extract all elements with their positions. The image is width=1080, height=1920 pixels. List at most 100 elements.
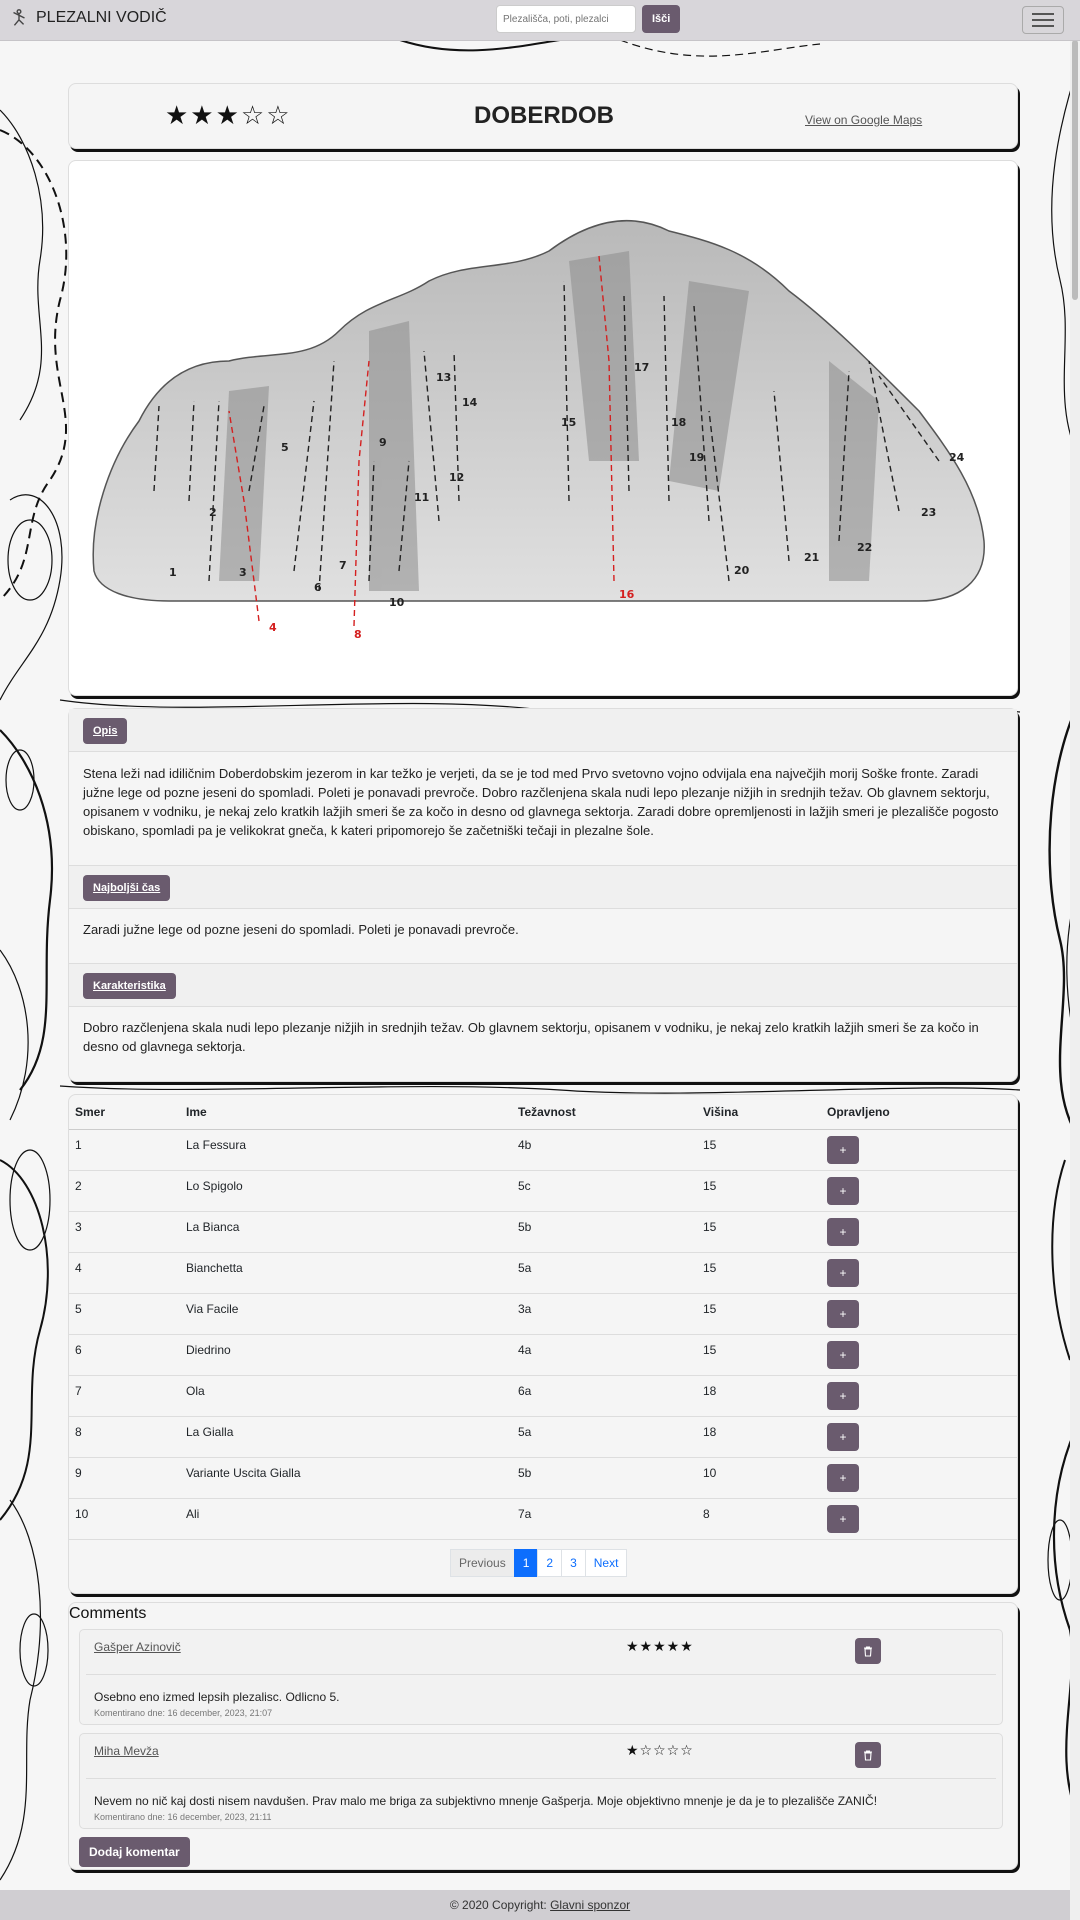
mark-route-done-button[interactable]: + — [827, 1341, 859, 1369]
comment-text: Osebno eno izmed lepsih plezalisc. Odlic… — [94, 1690, 340, 1704]
comments-card: Comments Gašper Azinovič ★★★★★ Osebno en… — [68, 1602, 1018, 1870]
hamburger-icon-line — [1032, 25, 1054, 27]
route-done-cell: + — [821, 1498, 1017, 1540]
footer-sponsor-link[interactable]: Glavni sponzor — [550, 1898, 630, 1912]
pagination-page-3[interactable]: 3 — [561, 1549, 586, 1577]
table-row: 4 Bianchetta 5a 15 + — [69, 1252, 1017, 1294]
routes-table: Smer Ime Težavnost Višina Opravljeno 1 La… — [69, 1095, 1017, 1540]
comment-date: Komentirano dne: 16 december, 2023, 21:1… — [94, 1812, 272, 1822]
route-height-cell: 10 — [697, 1457, 821, 1499]
pagination-previous[interactable]: Previous — [450, 1549, 515, 1577]
route-number-cell: 1 — [69, 1129, 180, 1171]
route-grade-cell: 6a — [512, 1375, 697, 1417]
route-number-cell: 7 — [69, 1375, 180, 1417]
google-maps-link[interactable]: View on Google Maps — [805, 113, 922, 127]
trash-icon — [864, 1646, 872, 1657]
search-form: Išči — [496, 5, 681, 33]
comment-rating-stars: ★★★★★ — [626, 1638, 694, 1654]
comment-item: Miha Mevža ★☆☆☆☆ Nevem no nič kaj dosti … — [79, 1733, 1003, 1829]
search-button[interactable]: Išči — [642, 5, 681, 33]
route-done-cell: + — [821, 1416, 1017, 1458]
route-number-cell: 4 — [69, 1252, 180, 1294]
topo-route-label: 9 — [379, 436, 387, 449]
topo-route-label: 20 — [734, 564, 750, 577]
mark-route-done-button[interactable]: + — [827, 1464, 859, 1492]
route-grade-cell: 7a — [512, 1498, 697, 1540]
mark-route-done-button[interactable]: + — [827, 1259, 859, 1287]
route-height-cell: 18 — [697, 1416, 821, 1458]
menu-toggle-button[interactable] — [1022, 6, 1064, 34]
comment-text: Nevem no nič kaj dosti nisem navdušen. P… — [94, 1794, 878, 1808]
route-name-cell: Diedrino — [180, 1334, 512, 1376]
topo-route-label: 17 — [634, 361, 649, 374]
section-toggle-karakteristika[interactable]: Karakteristika — [83, 973, 176, 999]
mark-route-done-button[interactable]: + — [827, 1177, 859, 1205]
section-header-karakteristika: Karakteristika — [69, 963, 1017, 1007]
table-row: 3 La Bianca 5b 15 + — [69, 1211, 1017, 1253]
pagination: Previous 1 2 3 Next — [450, 1549, 628, 1577]
mark-route-done-button[interactable]: + — [827, 1300, 859, 1328]
route-height-cell: 15 — [697, 1252, 821, 1294]
route-done-cell: + — [821, 1170, 1017, 1212]
delete-comment-button[interactable] — [855, 1638, 881, 1664]
topo-route-label: 1 — [169, 566, 177, 579]
topo-route-label: 11 — [414, 491, 429, 504]
route-done-cell: + — [821, 1293, 1017, 1335]
trash-icon — [864, 1750, 872, 1761]
mark-route-done-button[interactable]: + — [827, 1136, 859, 1164]
topo-route-label: 4 — [269, 621, 277, 634]
route-number-cell: 3 — [69, 1211, 180, 1253]
brand-title: PLEZALNI VODIČ — [36, 9, 167, 26]
comment-item: Gašper Azinovič ★★★★★ Osebno eno izmed l… — [79, 1629, 1003, 1725]
comment-author-link[interactable]: Miha Mevža — [94, 1744, 159, 1758]
route-grade-cell: 5b — [512, 1211, 697, 1253]
topo-route-label: 7 — [339, 559, 347, 572]
route-height-cell: 15 — [697, 1293, 821, 1335]
route-grade-cell: 5b — [512, 1457, 697, 1499]
search-input[interactable] — [496, 5, 636, 33]
route-grade-cell: 5a — [512, 1252, 697, 1294]
table-row: 9 Variante Uscita Gialla 5b 10 + — [69, 1457, 1017, 1499]
table-row: 6 Diedrino 4a 15 + — [69, 1334, 1017, 1376]
page-scrollbar[interactable] — [1070, 0, 1080, 1920]
topo-route-label: 14 — [462, 396, 478, 409]
pagination-page-1[interactable]: 1 — [513, 1549, 539, 1577]
mark-route-done-button[interactable]: + — [827, 1423, 859, 1451]
section-body-najboljsi-cas: Zaradi južne lege od pozne jeseni do spo… — [83, 922, 519, 937]
section-toggle-najboljsi-cas[interactable]: Najboljši čas — [83, 875, 171, 901]
topo-route-label: 18 — [671, 416, 686, 429]
mark-route-done-button[interactable]: + — [827, 1505, 859, 1533]
add-comment-button[interactable]: Dodaj komentar — [79, 1837, 190, 1867]
mark-route-done-button[interactable]: + — [827, 1382, 859, 1410]
topo-route-label: 21 — [804, 551, 819, 564]
topo-route-label: 3 — [239, 566, 247, 579]
column-header-ime: Ime — [180, 1095, 512, 1130]
section-body-karakteristika: Dobro razčlenjena skala nudi lepo plezan… — [83, 1020, 979, 1054]
route-grade-cell: 3a — [512, 1293, 697, 1335]
route-name-cell: Via Facile — [180, 1293, 512, 1335]
routes-table-card: Smer Ime Težavnost Višina Opravljeno 1 La… — [68, 1094, 1018, 1594]
column-header-visina: Višina — [697, 1095, 821, 1130]
comment-author-link[interactable]: Gašper Azinovič — [94, 1640, 181, 1654]
route-name-cell: La Bianca — [180, 1211, 512, 1253]
pagination-page-2[interactable]: 2 — [537, 1549, 563, 1577]
comment-rating-stars: ★☆☆☆☆ — [626, 1742, 694, 1758]
mark-route-done-button[interactable]: + — [827, 1218, 859, 1246]
route-height-cell: 15 — [697, 1170, 821, 1212]
scrollbar-thumb[interactable] — [1072, 40, 1078, 300]
pagination-next[interactable]: Next — [584, 1549, 628, 1577]
crag-header: ★★★☆☆ DOBERDOB View on Google Maps — [68, 83, 1018, 149]
topo-image-card: 1 2 3 4 5 6 7 8 9 10 11 12 13 14 15 16 17 18 19 20 21 22 23 24 — [68, 160, 1018, 696]
route-number-cell: 9 — [69, 1457, 180, 1499]
route-name-cell: La Gialla — [180, 1416, 512, 1458]
route-number-cell: 8 — [69, 1416, 180, 1458]
route-name-cell: Lo Spigolo — [180, 1170, 512, 1212]
delete-comment-button[interactable] — [855, 1742, 881, 1768]
topo-route-label: 2 — [209, 506, 217, 519]
description-card: Opis Stena leži nad idiličnim Doberdobsk… — [68, 708, 1018, 1082]
section-toggle-opis[interactable]: Opis — [83, 718, 128, 744]
route-name-cell: Ali — [180, 1498, 512, 1540]
climber-logo-icon — [13, 9, 25, 26]
brand-link[interactable]: PLEZALNI VODIČ — [8, 7, 167, 29]
comment-date: Komentirano dne: 16 december, 2023, 21:0… — [94, 1708, 273, 1718]
